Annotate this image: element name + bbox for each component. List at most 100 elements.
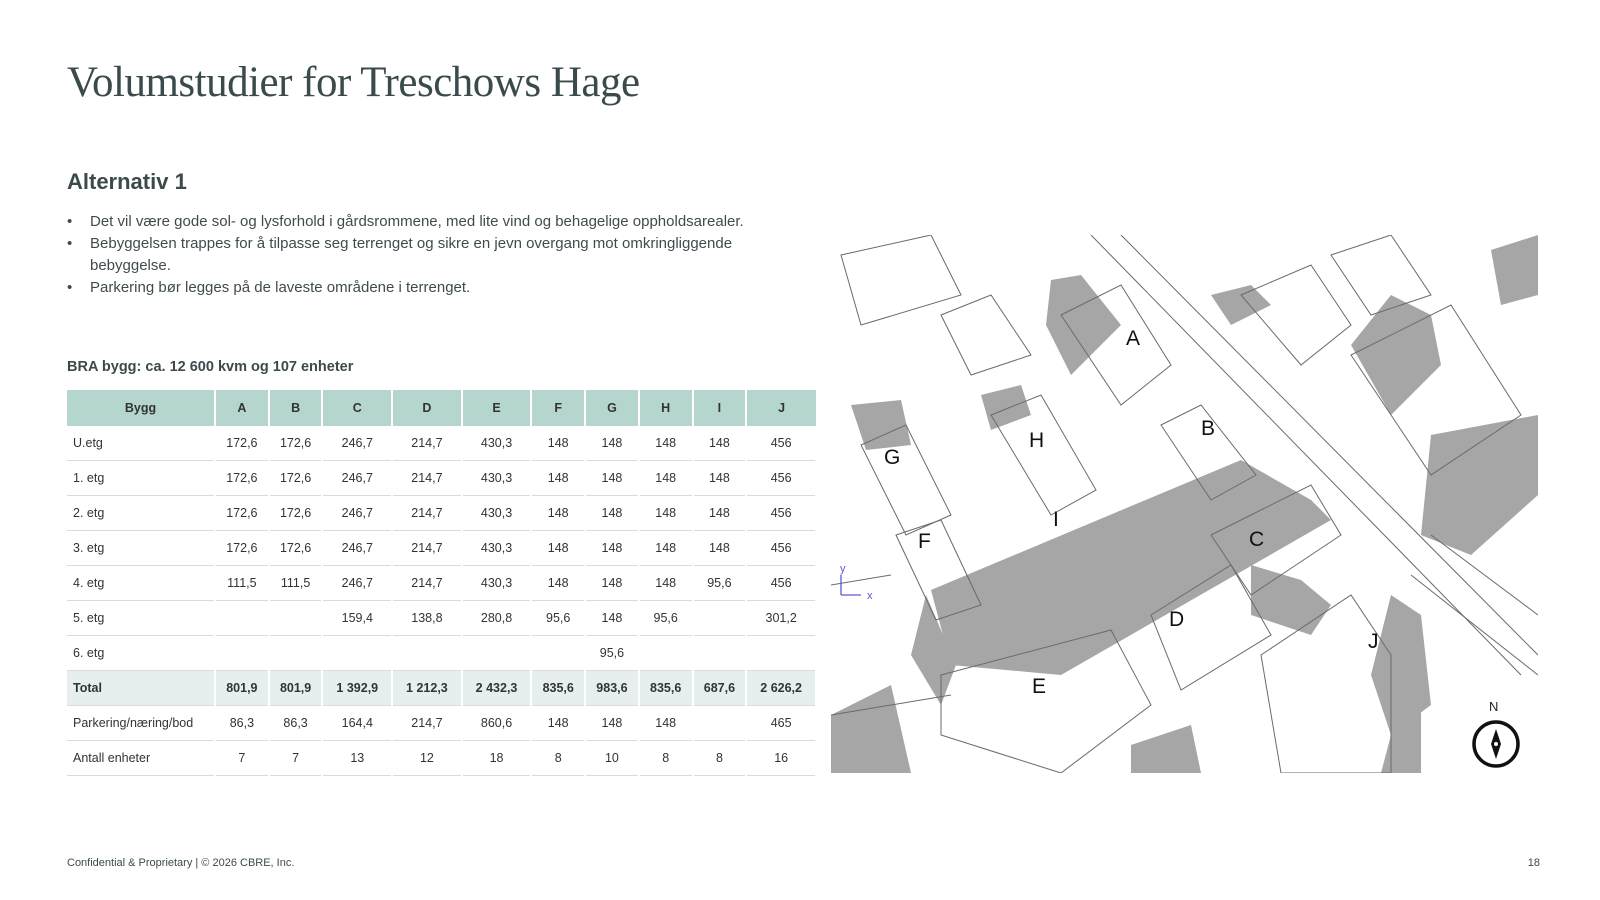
value-cell: 95,6 <box>638 600 694 636</box>
value-cell: 246,7 <box>322 495 394 531</box>
value-cell: 148 <box>531 565 587 601</box>
building-label-a: A <box>1126 327 1140 350</box>
column-header: F <box>531 390 587 426</box>
column-header: E <box>461 390 533 426</box>
value-cell <box>692 705 748 741</box>
value-cell: 148 <box>585 565 640 601</box>
value-cell: 86,3 <box>215 705 270 741</box>
value-cell: 983,6 <box>585 670 640 706</box>
value-cell: 456 <box>746 495 817 531</box>
value-cell: 214,7 <box>392 565 463 601</box>
table-header-row: Bygg A B C D E F G H I J <box>67 390 816 426</box>
value-cell: 246,7 <box>322 565 394 601</box>
value-cell: 13 <box>322 740 394 776</box>
section-subtitle: Alternativ 1 <box>67 169 187 194</box>
value-cell: 148 <box>585 460 640 496</box>
value-cell: 148 <box>531 460 587 496</box>
value-cell: 148 <box>638 495 694 531</box>
bullet-item: Bebyggelsen trappes for å tilpasse seg t… <box>67 233 767 277</box>
row-label-cell: 5. etg <box>67 600 216 636</box>
value-cell <box>531 635 587 671</box>
value-cell: 801,9 <box>268 670 324 706</box>
value-cell: 148 <box>585 530 640 566</box>
value-cell: 10 <box>585 740 640 776</box>
value-cell: 148 <box>585 705 640 741</box>
column-header: B <box>268 390 324 426</box>
value-cell: 7 <box>268 740 324 776</box>
column-header: C <box>322 390 394 426</box>
value-cell: 148 <box>638 565 694 601</box>
value-cell: 148 <box>638 530 694 566</box>
value-cell: 148 <box>585 426 640 461</box>
table-caption: BRA bygg: ca. 12 600 kvm og 107 enheter <box>67 359 354 375</box>
table-row: Total 801,9 801,9 1 392,9 1 212,3 2 432,3 835,… <box>67 670 817 706</box>
value-cell: 172,6 <box>268 426 324 461</box>
building-label-h: H <box>1029 429 1044 452</box>
building-label-j: J <box>1368 630 1379 653</box>
value-cell <box>392 635 463 671</box>
value-cell: 430,3 <box>461 495 533 531</box>
value-cell: 801,9 <box>215 670 270 706</box>
value-cell: 687,6 <box>692 670 748 706</box>
value-cell <box>746 635 817 671</box>
north-label: N <box>1489 699 1499 714</box>
value-cell: 148 <box>638 460 694 496</box>
row-label-cell: Total <box>67 670 216 706</box>
table-row: 4. etg 111,5 111,5 246,7 214,7 430,3 148 148 148… <box>67 565 817 601</box>
row-label-cell: U.etg <box>67 426 216 461</box>
value-cell: 8 <box>692 740 748 776</box>
table-row: 1. etg 172,6 172,6 246,7 214,7 430,3 148 148 148… <box>67 460 817 496</box>
value-cell: 860,6 <box>461 705 533 741</box>
value-cell: 138,8 <box>392 600 463 636</box>
value-cell: 111,5 <box>215 565 270 601</box>
row-label-cell: Antall enheter <box>67 740 216 776</box>
value-cell: 86,3 <box>268 705 324 741</box>
value-cell <box>461 635 533 671</box>
column-header: A <box>215 390 270 426</box>
value-cell: 214,7 <box>392 426 463 461</box>
column-header: I <box>692 390 748 426</box>
value-cell: 280,8 <box>461 600 533 636</box>
value-cell: 148 <box>531 495 587 531</box>
value-cell <box>322 635 394 671</box>
building-label-d: D <box>1169 608 1184 631</box>
value-cell: 246,7 <box>322 530 394 566</box>
value-cell: 148 <box>692 530 748 566</box>
value-cell: 159,4 <box>322 600 394 636</box>
value-cell: 430,3 <box>461 460 533 496</box>
value-cell: 172,6 <box>268 460 324 496</box>
value-cell: 172,6 <box>215 495 270 531</box>
compass-icon <box>1472 720 1520 768</box>
value-cell: 456 <box>746 530 817 566</box>
value-cell: 430,3 <box>461 426 533 461</box>
value-cell: 172,6 <box>268 495 324 531</box>
value-cell: 95,6 <box>531 600 587 636</box>
value-cell: 8 <box>638 740 694 776</box>
column-header: J <box>746 390 816 426</box>
value-cell: 148 <box>692 426 748 461</box>
row-label-cell: 1. etg <box>67 460 216 496</box>
axis-label-y: y <box>840 563 846 575</box>
bra-table: Bygg A B C D E F G H I J U.etg 172,6 172,6… <box>67 390 817 776</box>
building-shadows <box>831 235 1538 773</box>
building-label-g: G <box>884 446 900 469</box>
column-header: G <box>585 390 640 426</box>
column-header: Bygg <box>67 390 216 426</box>
value-cell: 148 <box>638 705 694 741</box>
column-header: H <box>638 390 694 426</box>
value-cell <box>215 635 270 671</box>
value-cell: 12 <box>392 740 463 776</box>
table-row: U.etg 172,6 172,6 246,7 214,7 430,3 148 148 148 1… <box>67 426 817 461</box>
table-row: Parkering/næring/bod 86,3 86,3 164,4 214,7 86… <box>67 705 817 741</box>
bullet-item: Parkering bør legges på de laveste områd… <box>67 277 767 299</box>
value-cell: 2 432,3 <box>461 670 533 706</box>
bullet-item: Det vil være gode sol- og lysforhold i g… <box>67 211 767 233</box>
value-cell: 430,3 <box>461 530 533 566</box>
value-cell: 172,6 <box>268 530 324 566</box>
value-cell: 246,7 <box>322 460 394 496</box>
value-cell: 246,7 <box>322 426 394 461</box>
bullet-list: Det vil være gode sol- og lysforhold i g… <box>67 211 767 299</box>
row-label-cell: 6. etg <box>67 635 216 671</box>
value-cell: 456 <box>746 426 817 461</box>
value-cell: 172,6 <box>215 530 270 566</box>
